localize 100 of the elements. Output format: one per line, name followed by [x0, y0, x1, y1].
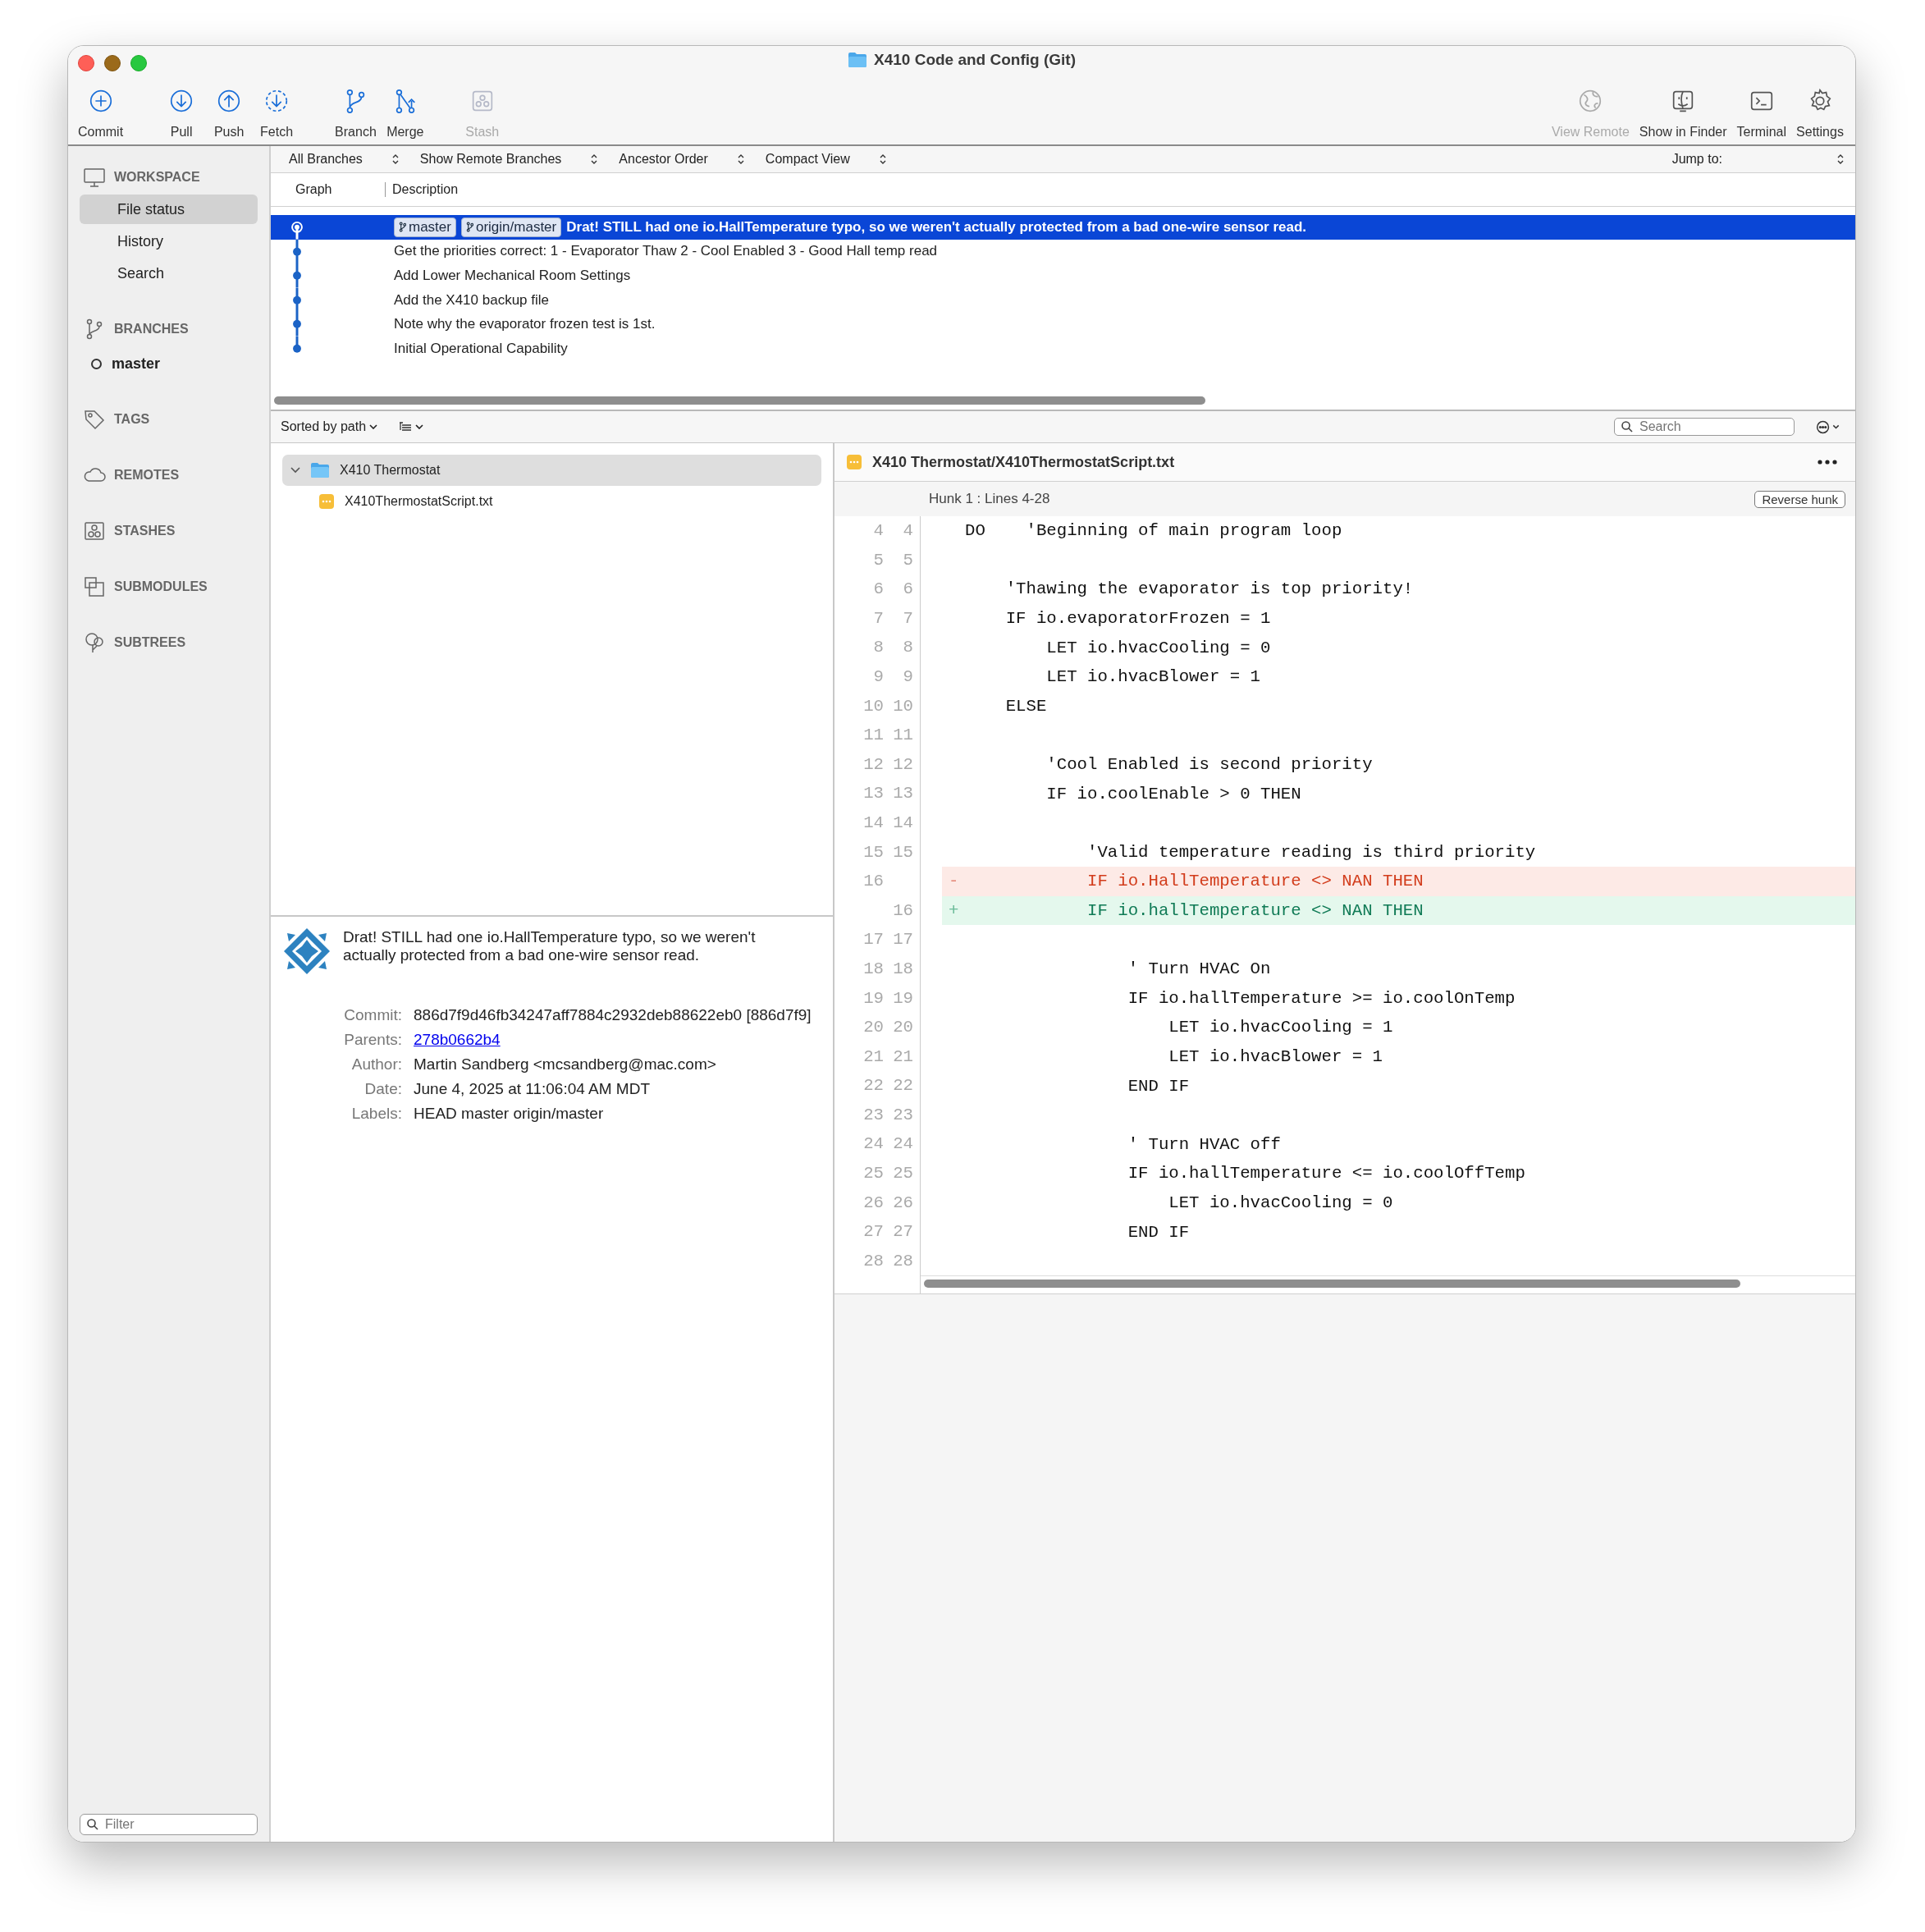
code-line: IF io.hallTemperature >= io.coolOnTemp — [1127, 987, 1516, 1009]
line-number: 20 — [862, 1017, 884, 1039]
section-header: SUBMODULES — [114, 579, 208, 594]
line-number: 19 — [892, 987, 913, 1009]
line-number: 16 — [862, 871, 884, 893]
toolbar-button[interactable]: Merge — [381, 87, 429, 140]
close-window-button[interactable] — [78, 55, 94, 71]
scrollbar[interactable] — [274, 396, 1205, 405]
modified-file-icon — [318, 493, 335, 510]
line-number: 20 — [892, 1017, 913, 1039]
line-number: 24 — [892, 1133, 913, 1156]
code-line: LET io.hvacBlower = 1 — [1168, 1046, 1383, 1068]
scrollbar[interactable] — [924, 1280, 1741, 1289]
disclosure-icon[interactable] — [290, 467, 300, 474]
toolbar-button[interactable]: Show in Finder — [1634, 87, 1732, 140]
line-number: 12 — [862, 753, 884, 776]
field-label: Labels: — [350, 1104, 402, 1124]
line-number: 19 — [862, 987, 884, 1009]
line-number: 16 — [892, 900, 913, 922]
sidebar-item[interactable]: File status — [80, 195, 258, 224]
line-number: 24 — [862, 1133, 884, 1156]
commit-row[interactable]: Initial Operational Capability — [271, 336, 1855, 361]
code-line: END IF — [1127, 1075, 1191, 1097]
sidebar-item[interactable]: Search — [80, 259, 258, 288]
line-number: 5 — [872, 549, 884, 571]
field-label: Parents: — [343, 1030, 402, 1050]
commit-description: Add Lower Mechanical Room Settings — [394, 268, 631, 284]
code-line: 'Thawing the evaporator is top priority! — [1004, 579, 1415, 601]
code-line: 'Valid temperature reading is third priority — [1086, 841, 1537, 863]
column-header[interactable]: Description — [386, 182, 459, 197]
reverse-hunk-button[interactable]: Reverse hunk — [1754, 490, 1845, 508]
line-number: 14 — [862, 812, 884, 834]
code-line: LET io.hvacCooling = 0 — [1168, 1192, 1394, 1214]
more-icon[interactable] — [1818, 460, 1837, 465]
line-number: 21 — [862, 1046, 884, 1068]
commit-row[interactable]: Add Lower Mechanical Room Settings — [271, 263, 1855, 288]
line-number: 9 — [902, 666, 913, 688]
sidebar-item[interactable]: History — [80, 227, 258, 256]
line-number: 17 — [892, 929, 913, 951]
toolbar-button[interactable]: Pull — [158, 87, 206, 140]
code-line: IF io.coolEnable > 0 THEN — [1045, 783, 1302, 805]
section-header: BRANCHES — [114, 322, 189, 336]
zoom-window-button[interactable] — [130, 55, 147, 71]
line-number: 4 — [902, 520, 913, 542]
line-number: 6 — [872, 579, 884, 601]
dropdown[interactable]: Show Remote Branches — [419, 152, 620, 167]
line-number: 11 — [892, 725, 913, 747]
field-value: Martin Sandberg <mcsandberg@mac.com> — [414, 1055, 717, 1074]
line-number: 8 — [872, 637, 884, 659]
toolbar-button[interactable]: Terminal — [1731, 87, 1791, 140]
avatar-icon — [282, 927, 332, 976]
line-number: 25 — [862, 1163, 884, 1185]
parent-commit-link[interactable]: 278b0662b4 — [414, 1030, 501, 1050]
code-line: IF io.hallTemperature <= io.coolOffTemp — [1127, 1163, 1526, 1185]
monitor-icon — [83, 166, 106, 189]
dropdown[interactable]: Compact View — [765, 152, 908, 167]
toolbar-button[interactable]: Commit — [73, 87, 129, 140]
line-number: 13 — [892, 783, 913, 805]
file-row[interactable]: X410ThermostatScript.txt — [282, 486, 821, 517]
commit-row[interactable]: master origin/master Drat! STILL had one io.HallTemperature typo, so we weren't actually protected from a bad one-wire sensor read. — [271, 215, 1855, 240]
up-down-chevron-icon — [1837, 153, 1844, 165]
line-number: 27 — [892, 1221, 913, 1243]
filter-field[interactable]: Filter — [80, 1814, 258, 1835]
commit-row[interactable]: Note why the evaporator frozen test is 1st. — [271, 312, 1855, 336]
field-label: Author: — [350, 1055, 402, 1074]
branch-icon — [465, 222, 473, 233]
toolbar-button[interactable]: Fetch — [253, 87, 301, 140]
view-mode-dropdown[interactable] — [399, 421, 424, 433]
diff-file-path: X410 Thermostat/X410ThermostatScript.txt — [872, 453, 1175, 471]
toolbar-button[interactable]: Push — [205, 87, 254, 140]
field-value: 886d7f9d46fb34247aff7884c2932deb88622eb0 [886d7f9] — [414, 1005, 812, 1025]
toolbar-button[interactable]: Settings — [1791, 87, 1849, 140]
window-title: X410 Code and Config (Git) — [874, 51, 1076, 69]
section-header: WORKSPACE — [114, 170, 200, 185]
commit-message: Drat! STILL had one io.HallTemperature typo, so we weren't actually protected from a bad one-wire sensor read. — [343, 928, 757, 965]
toolbar-button[interactable]: Branch — [330, 87, 382, 140]
folder-name: X410 Thermostat — [340, 463, 441, 478]
jump-to-label: Jump to: — [1671, 152, 1722, 167]
line-number: 7 — [872, 607, 884, 630]
dropdown[interactable]: All Branches — [289, 152, 420, 167]
sidebar-item[interactable]: master — [80, 349, 258, 378]
line-number: 18 — [892, 958, 913, 980]
commit-description: Note why the evaporator frozen test is 1st. — [394, 316, 656, 333]
code-line: IF io.evaporatorFrozen = 1 — [1004, 608, 1272, 630]
tag-icon — [83, 408, 106, 431]
dropdown[interactable]: Ancestor Order — [619, 152, 766, 167]
commit-row[interactable]: Add the X410 backup file — [271, 287, 1855, 313]
line-number: 10 — [892, 695, 913, 717]
minimize-window-button[interactable] — [104, 55, 121, 71]
modified-file-icon — [846, 454, 862, 470]
folder-row[interactable]: X410 Thermostat — [282, 455, 821, 486]
column-header[interactable]: Graph — [271, 182, 386, 197]
section-header: SUBTREES — [114, 635, 186, 650]
commit-row[interactable]: Get the priorities correct: 1 - Evaporator Thaw 2 - Cool Enabled 3 - Good Hall temp read — [271, 239, 1855, 264]
sort-dropdown[interactable]: Sorted by path — [281, 419, 378, 434]
line-number: 7 — [902, 607, 913, 630]
search-field[interactable]: Search — [1614, 418, 1795, 436]
line-number: 28 — [892, 1250, 913, 1272]
code-line: END IF — [1127, 1221, 1191, 1243]
line-number: 10 — [862, 695, 884, 717]
